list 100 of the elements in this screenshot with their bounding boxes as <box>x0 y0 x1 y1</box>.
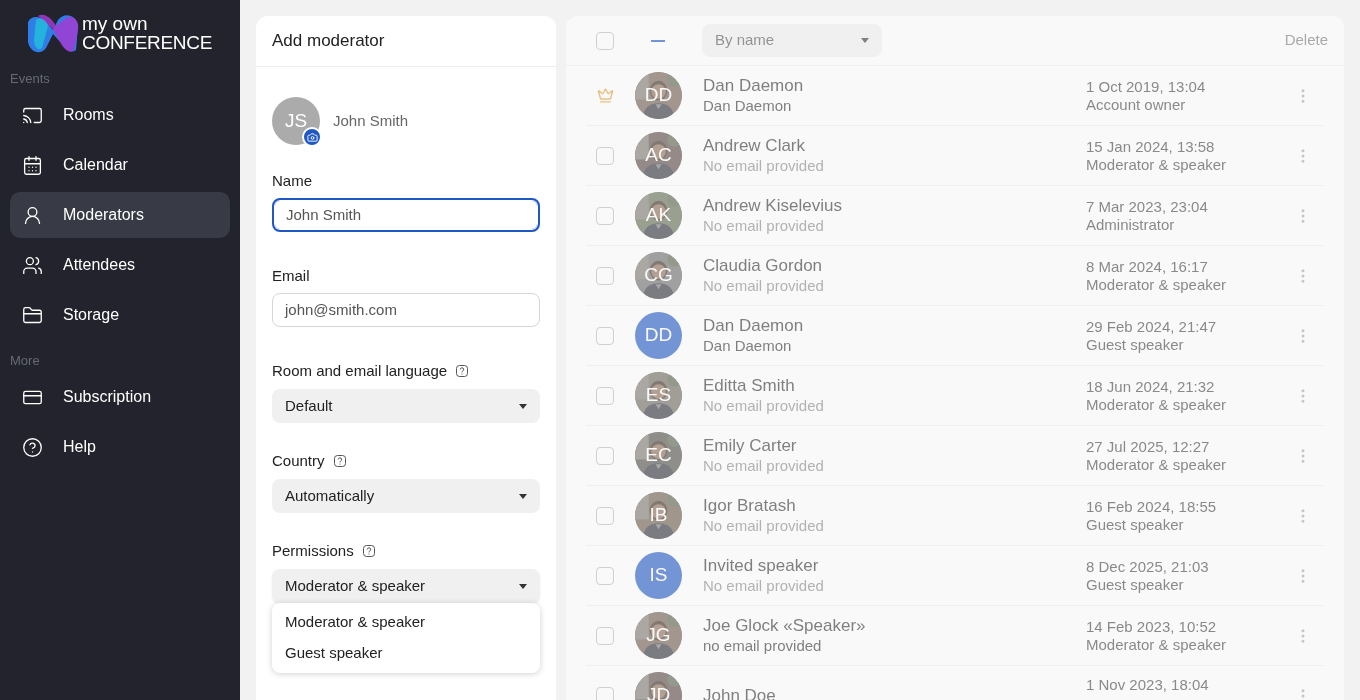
date-text: 8 Dec 2025, 21:03 <box>1086 557 1210 576</box>
field-label: Email <box>272 265 310 286</box>
section-label: Events <box>10 70 51 88</box>
avatar: IS <box>635 552 682 599</box>
date-text: 8 Mar 2024, 16:17 <box>1086 257 1209 276</box>
checkbox[interactable] <box>596 626 614 645</box>
moderator-name: Claudia Gordon <box>703 255 824 276</box>
date-text: 14 Feb 2023, 10:52 <box>1086 617 1218 636</box>
role-text: Guest speaker <box>1086 515 1185 534</box>
camera-icon <box>306 131 318 143</box>
dropdown-option[interactable]: Moderator & speaker <box>272 607 540 638</box>
nav-item[interactable]: Subscription <box>10 374 230 420</box>
caret-icon <box>519 403 527 409</box>
dropdown-option[interactable]: Guest speaker <box>272 638 540 669</box>
moderator-name: Emily Carter <box>703 435 798 456</box>
moderator-name: John Doe <box>703 685 776 700</box>
input-field[interactable]: john@smith.com <box>272 293 540 327</box>
dropdown[interactable]: Default <box>272 389 540 423</box>
moderator-email: No email provided <box>703 395 824 416</box>
role-text: Guest speaker <box>1086 335 1185 354</box>
avatar: AC <box>635 132 682 179</box>
caret-icon <box>519 493 527 499</box>
checkbox[interactable] <box>596 566 614 585</box>
calendar-icon <box>22 154 43 176</box>
date-text: 16 Feb 2024, 18:55 <box>1086 497 1218 516</box>
checkbox[interactable] <box>596 206 614 225</box>
date-text: 1 Oct 2019, 13:04 <box>1086 77 1207 96</box>
help-icon <box>22 436 43 458</box>
moderator-name: Invited speaker <box>703 555 820 576</box>
dropdown[interactable]: Automatically <box>272 479 540 513</box>
moderator-email: No email provided <box>703 155 824 176</box>
moderator-email: No email provided <box>703 515 824 536</box>
role-text: Moderator & speaker <box>1086 395 1228 414</box>
input-field[interactable]: John Smith <box>272 198 540 232</box>
nav-item[interactable]: Attendees <box>10 242 230 288</box>
logo-text: my own <box>82 14 149 33</box>
help-icon[interactable] <box>333 455 346 467</box>
users-icon <box>22 254 43 276</box>
role-text: Moderator & speaker <box>1086 275 1228 294</box>
role-text: Moderator & speaker <box>1086 635 1228 654</box>
field-label: Permissions <box>272 540 354 561</box>
avatar: DD <box>635 312 682 359</box>
role-text: Administrator <box>1086 215 1176 234</box>
form-title: Add moderator <box>272 30 385 53</box>
moderator-email: Dan Daemon <box>703 335 793 356</box>
checkbox[interactable] <box>596 686 614 700</box>
field-label: Country <box>272 450 325 471</box>
folder-icon <box>22 304 43 326</box>
help-icon[interactable] <box>362 545 375 557</box>
moderator-email: No email provided <box>703 275 824 296</box>
field-label: Name <box>272 170 312 191</box>
date-text: 7 Mar 2023, 23:04 <box>1086 197 1209 216</box>
user-icon <box>22 204 43 226</box>
crown-icon <box>596 87 614 104</box>
role-text: Account owner <box>1086 95 1187 114</box>
checkbox[interactable] <box>596 386 614 405</box>
nav-item[interactable]: Storage <box>10 292 230 338</box>
nav-item[interactable]: Help <box>10 424 230 470</box>
checkbox[interactable] <box>596 31 614 50</box>
role-text: Guest speaker <box>1086 575 1185 594</box>
logo-text: CONFERENCE <box>82 33 212 52</box>
moderator-name: Dan Daemon <box>703 75 804 96</box>
section-label: More <box>10 352 41 370</box>
checkbox[interactable] <box>596 446 614 465</box>
checkbox[interactable] <box>596 506 614 525</box>
field-label: Room and email language <box>272 360 448 381</box>
date-text: 1 Nov 2023, 18:04 <box>1086 676 1210 694</box>
date-text: 15 Jan 2024, 13:58 <box>1086 137 1216 156</box>
avatar: ES <box>635 372 682 419</box>
role-text: Moderator & speaker <box>1086 455 1228 474</box>
camera-badge[interactable] <box>302 127 322 147</box>
checkbox[interactable] <box>596 326 614 345</box>
dropdown[interactable]: Moderator & speaker <box>272 569 540 603</box>
avatar: AK <box>635 192 682 239</box>
nav-item[interactable]: Moderators <box>10 192 230 238</box>
date-text: 27 Jul 2025, 12:27 <box>1086 437 1211 456</box>
moderator-name: Andrew Clark <box>703 135 807 156</box>
checkbox[interactable] <box>596 266 614 285</box>
avatar: JG <box>635 612 682 659</box>
moderator-name: Andrew Kiselevius <box>703 195 842 216</box>
avatar: DD <box>635 72 682 119</box>
date-text: 18 Jun 2024, 21:32 <box>1086 377 1216 396</box>
help-icon[interactable] <box>456 365 469 377</box>
date-text: 29 Feb 2024, 21:47 <box>1086 317 1218 336</box>
nav-item[interactable]: Calendar <box>10 142 230 188</box>
nav-item[interactable]: Rooms <box>10 92 230 138</box>
checkbox[interactable] <box>596 146 614 165</box>
dash-icon <box>651 39 665 42</box>
moderator-email: Dan Daemon <box>703 95 793 116</box>
moderator-email: No email provided <box>703 455 824 476</box>
avatar-name: John Smith <box>333 110 409 131</box>
moderator-name: Igor Bratash <box>703 495 797 516</box>
caret-icon <box>861 38 869 43</box>
moderator-email: No email provided <box>703 215 825 236</box>
moderator-name: Editta Smith <box>703 375 796 396</box>
logo-icon <box>26 12 80 54</box>
moderator-name: Dan Daemon <box>703 315 804 336</box>
moderator-email: no email provided <box>703 635 823 656</box>
moderator-name: Joe Glock «Speaker» <box>703 615 866 636</box>
avatar: EC <box>635 432 682 479</box>
